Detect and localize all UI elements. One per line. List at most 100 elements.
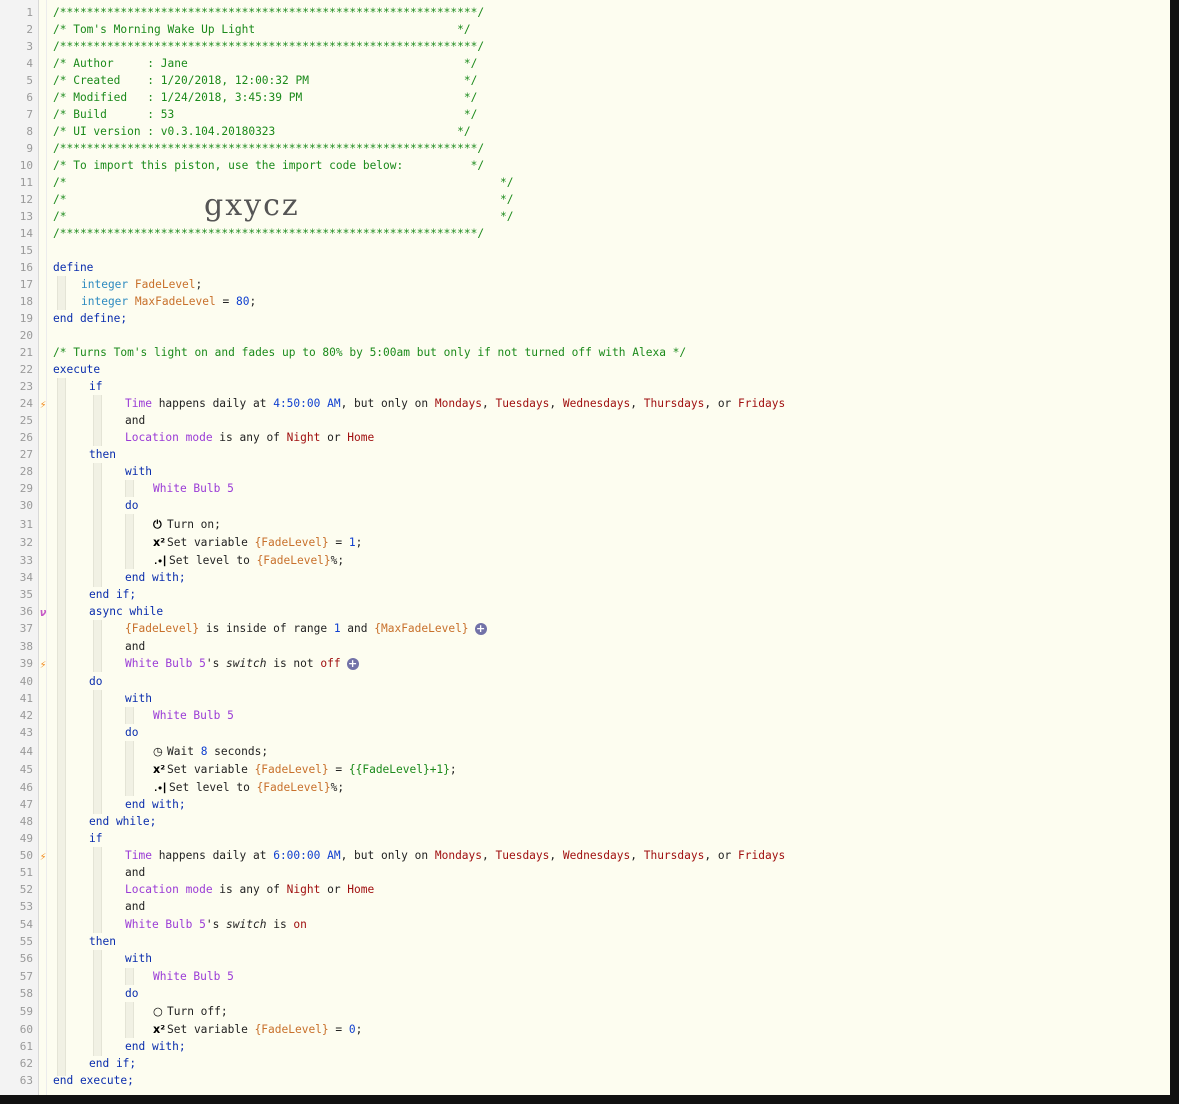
indent-guide xyxy=(93,950,102,1056)
device-white-bulb-5[interactable]: White Bulb 5 xyxy=(153,968,234,985)
and-operator[interactable]: and xyxy=(125,898,145,915)
line-number: 23 xyxy=(19,380,33,393)
time-condition[interactable]: Time happens daily at 4:50:00 AM, but on… xyxy=(125,395,785,412)
indent-guide xyxy=(57,276,66,310)
switch-on-condition[interactable]: White Bulb 5's switch is on xyxy=(125,916,307,933)
trigger-bolt-icon: ⚡ xyxy=(39,850,47,863)
line-number: 22 xyxy=(19,363,33,376)
line-number: 33 xyxy=(19,554,33,567)
variable-icon: x² xyxy=(153,536,166,549)
description-comment: /* Turns Tom's light on and fades up to … xyxy=(53,346,687,359)
device-white-bulb-5[interactable]: White Bulb 5 xyxy=(153,480,234,497)
and-operator[interactable]: and xyxy=(125,864,145,881)
line-number: 12 xyxy=(19,193,33,206)
header-ui-version: /* UI version : v0.3.104.20180323 */ xyxy=(53,125,471,138)
then-keyword: then xyxy=(89,935,116,948)
line-number: 8 xyxy=(26,125,33,138)
turn-off-action[interactable]: ○ Turn off; xyxy=(153,1003,228,1020)
line-number: 49 xyxy=(19,832,33,845)
indent-guide xyxy=(93,690,102,814)
indent-guide xyxy=(125,968,134,985)
range-condition[interactable]: {FadeLevel} is inside of range 1 and {Ma… xyxy=(125,620,487,637)
line-number: 27 xyxy=(19,448,33,461)
and-operator[interactable]: and xyxy=(125,638,145,655)
header-blank-open: /* xyxy=(53,193,67,206)
line-number: 13 xyxy=(19,210,33,223)
set-variable-action[interactable]: x² Set variable {FadeLevel} = 1; xyxy=(153,534,362,551)
line-number: 2 xyxy=(26,23,33,36)
header-title: /* Tom's Morning Wake Up Light */ xyxy=(53,23,471,36)
header-created: /* Created : 1/20/2018, 12:00:32 PM */ xyxy=(53,74,478,87)
line-number: 3 xyxy=(26,40,33,53)
line-number: 18 xyxy=(19,295,33,308)
line-number: 31 xyxy=(19,518,33,531)
async-while-keyword[interactable]: async while xyxy=(89,603,163,620)
header-blank-close: */ xyxy=(500,193,514,206)
end-if: end if; xyxy=(89,1057,137,1070)
line-number: 41 xyxy=(19,692,33,705)
line-number: 54 xyxy=(19,918,33,931)
indent-guide xyxy=(57,378,66,1076)
end-if: end if; xyxy=(89,588,137,601)
set-variable-action[interactable]: x² Set variable {FadeLevel} = 0; xyxy=(153,1021,362,1038)
set-level-action[interactable]: .∙┃ Set level to {FadeLevel}%; xyxy=(153,779,344,796)
line-number: 9 xyxy=(26,142,33,155)
clock-icon: ◷ xyxy=(153,745,163,758)
do-keyword: do xyxy=(125,726,139,739)
and-operator[interactable]: and xyxy=(125,412,145,429)
header-blank-close: */ xyxy=(500,176,514,189)
with-keyword[interactable]: with xyxy=(125,950,152,967)
line-number: 11 xyxy=(19,176,33,189)
do-keyword: do xyxy=(89,675,103,688)
line-number: 48 xyxy=(19,815,33,828)
indent-guide xyxy=(93,847,102,933)
set-level-action[interactable]: .∙┃ Set level to {FadeLevel}%; xyxy=(153,552,344,569)
with-keyword[interactable]: with xyxy=(125,690,152,707)
line-number: 56 xyxy=(19,952,33,965)
turn-on-action[interactable]: ⏻ Turn on; xyxy=(153,516,221,533)
line-number: 17 xyxy=(19,278,33,291)
with-keyword[interactable]: with xyxy=(125,463,152,480)
line-number: 39 xyxy=(19,657,33,670)
line-number: 57 xyxy=(19,970,33,983)
wait-action[interactable]: ◷ Wait 8 seconds; xyxy=(153,743,268,760)
indent-guide xyxy=(93,620,102,672)
add-condition-button[interactable]: + xyxy=(474,623,487,635)
line-number: 44 xyxy=(19,745,33,758)
if-keyword[interactable]: if xyxy=(89,378,102,395)
piston-code-view: 1 2 3 4 5 6 7 8 9 10 11 12 13 14 15 16 17 18 19 20 21 22 23 24 2… xyxy=(0,0,1170,1095)
line-number: 55 xyxy=(19,935,33,948)
location-mode-condition[interactable]: Location mode is any of Night or Home xyxy=(125,881,374,898)
switch-not-off-condition[interactable]: White Bulb 5's switch is not off + xyxy=(125,655,359,672)
define-fadelevel[interactable]: integer FadeLevel; xyxy=(81,276,202,293)
header-rule: /***************************************… xyxy=(53,6,485,19)
do-keyword: do xyxy=(125,987,139,1000)
async-icon: ν xyxy=(39,606,47,619)
time-condition[interactable]: Time happens daily at 6:00:00 AM, but on… xyxy=(125,847,785,864)
header-rule: /***************************************… xyxy=(53,142,485,155)
trigger-bolt-icon: ⚡ xyxy=(39,658,47,671)
line-number: 24 xyxy=(19,397,33,410)
header-build: /* Build : 53 */ xyxy=(53,108,478,121)
end-with: end with; xyxy=(125,1040,186,1053)
line-number: 10 xyxy=(19,159,33,172)
line-number: 34 xyxy=(19,571,33,584)
header-rule: /***************************************… xyxy=(53,40,485,53)
device-white-bulb-5[interactable]: White Bulb 5 xyxy=(153,707,234,724)
indent-guide xyxy=(125,741,134,796)
define-keyword: define xyxy=(53,261,94,274)
add-condition-button[interactable]: + xyxy=(346,658,359,670)
line-number: 59 xyxy=(19,1005,33,1018)
line-number: 38 xyxy=(19,640,33,653)
if-keyword[interactable]: if xyxy=(89,830,102,847)
header-author: /* Author : Jane */ xyxy=(53,57,478,70)
line-number: 4 xyxy=(26,57,33,70)
line-number: 35 xyxy=(19,588,33,601)
set-variable-action[interactable]: x² Set variable {FadeLevel} = {{FadeLevel… xyxy=(153,761,457,778)
header-rule: /***************************************… xyxy=(53,227,485,240)
define-maxfadelevel[interactable]: integer MaxFadeLevel = 80; xyxy=(81,293,256,310)
indent-guide xyxy=(125,707,134,724)
line-number: 16 xyxy=(19,261,33,274)
indent-guide xyxy=(125,1002,134,1038)
location-mode-condition[interactable]: Location mode is any of Night or Home xyxy=(125,429,374,446)
